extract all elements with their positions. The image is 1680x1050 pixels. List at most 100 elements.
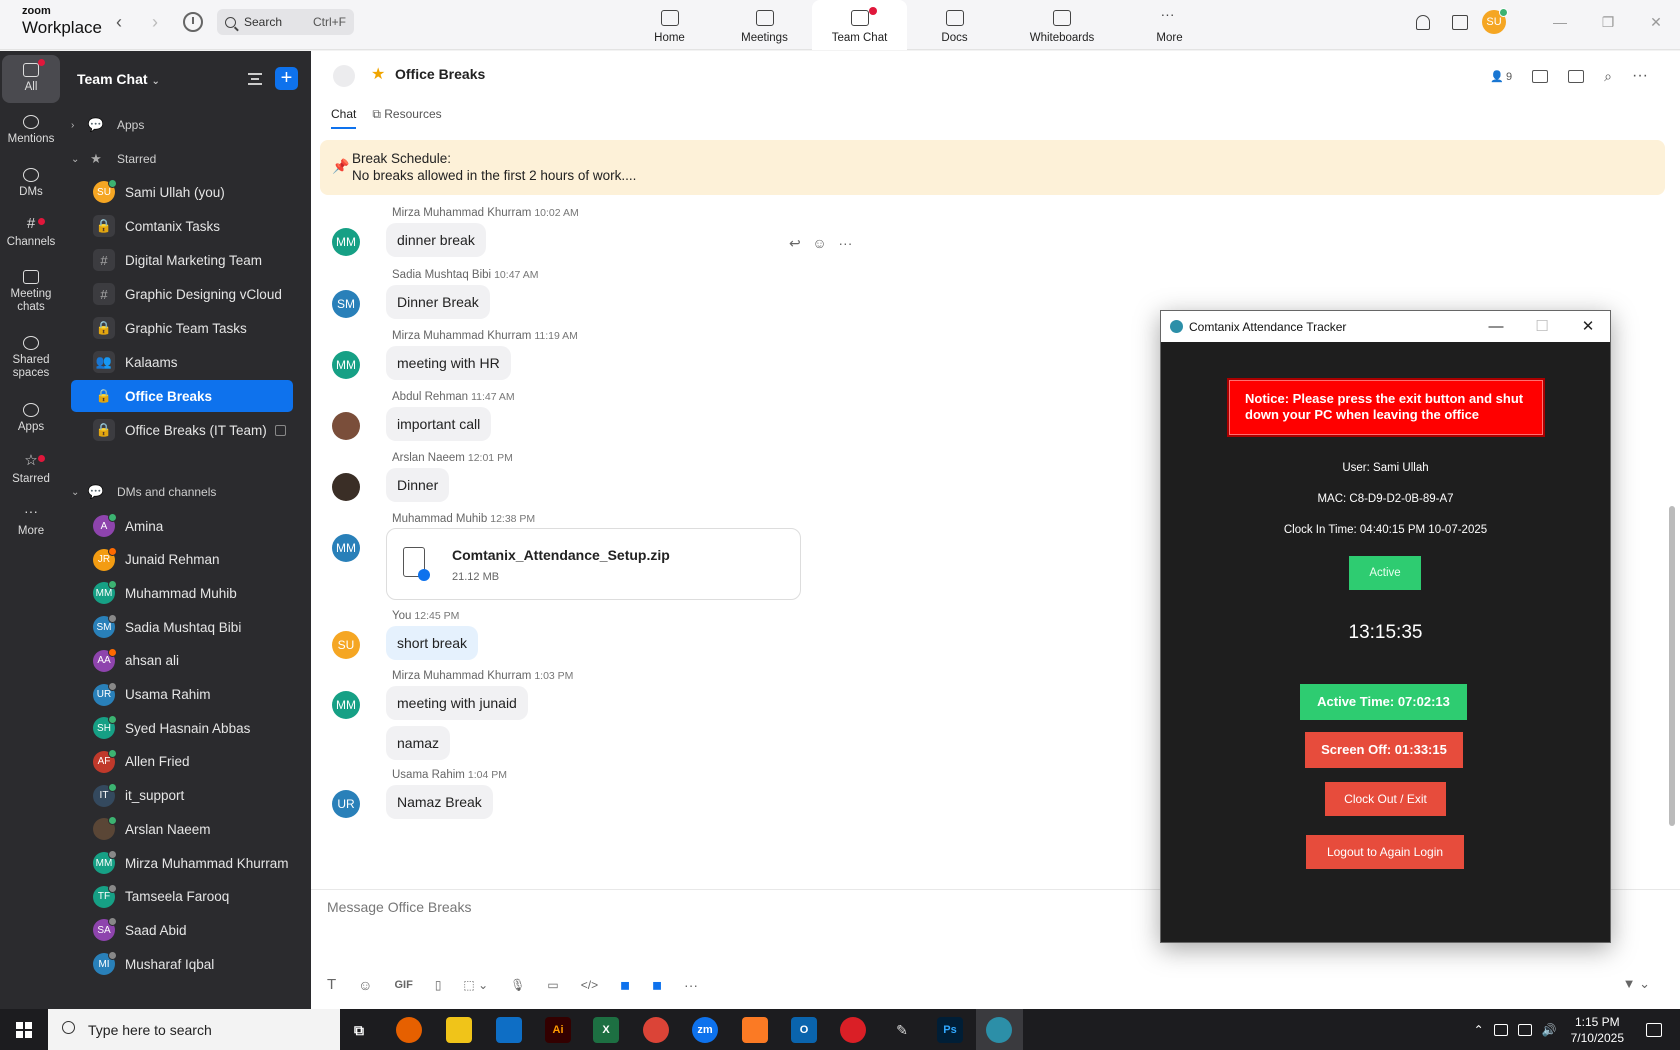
avatar[interactable]: MM	[332, 534, 360, 562]
filter-icon[interactable]	[248, 73, 262, 85]
avatar[interactable]: MM	[332, 351, 360, 379]
message-sender[interactable]: You	[392, 610, 411, 622]
members-button[interactable]: 👤 9	[1490, 70, 1512, 83]
rail-starred[interactable]: ☆ Starred	[2, 453, 60, 486]
sidebar-dm-item[interactable]: IT it_support	[71, 780, 293, 812]
new-chat-button[interactable]: +	[275, 67, 298, 90]
nav-more[interactable]: ··· More	[1122, 0, 1217, 50]
minimize-icon[interactable]: —	[1536, 14, 1584, 30]
message-bubble[interactable]: namaz	[386, 726, 451, 760]
channel-title[interactable]: Office Breaks	[395, 66, 485, 82]
vscode-icon[interactable]	[496, 1017, 522, 1043]
nav-whiteboards[interactable]: Whiteboards	[1002, 0, 1122, 50]
zoom-icon[interactable]: zm	[692, 1017, 718, 1043]
avatar[interactable]: UR	[332, 790, 360, 818]
sidebar-starred-item[interactable]: 👥 Kalaams	[71, 346, 293, 378]
taskbar-clock[interactable]: 1:15 PM 7/10/2025	[1571, 1014, 1624, 1046]
bell-icon[interactable]	[1416, 14, 1430, 30]
sidebar-starred-item[interactable]: # Digital Marketing Team	[71, 244, 293, 276]
emoji-icon[interactable]: ☺	[358, 977, 372, 993]
notification-center-icon[interactable]	[1646, 1022, 1662, 1037]
sidebar-dm-item[interactable]: TF Tamseela Farooq	[71, 881, 293, 913]
rail-shared-spaces[interactable]: Shared spaces	[2, 336, 60, 379]
message-bubble[interactable]: meeting with HR	[386, 346, 511, 380]
message-sender[interactable]: Mirza Muhammad Khurram	[392, 670, 531, 682]
format-text-icon[interactable]: T	[327, 976, 336, 993]
history-icon[interactable]	[183, 12, 203, 32]
message-sender[interactable]: Usama Rahim	[392, 769, 465, 781]
rail-meeting-chats[interactable]: Meeting chats	[2, 270, 60, 313]
rail-all[interactable]: All	[2, 55, 60, 103]
sidebar-dm-item[interactable]: AF Allen Fried	[71, 746, 293, 778]
gif-button[interactable]: GIF	[394, 979, 412, 991]
avatar[interactable]: SU	[332, 631, 360, 659]
xampp-icon[interactable]	[742, 1017, 768, 1043]
message-input[interactable]: Message Office Breaks	[327, 899, 471, 915]
search-icon[interactable]: ⌕	[1604, 68, 1612, 85]
search-box[interactable]: Search Ctrl+F	[217, 9, 354, 35]
sidebar-dm-item[interactable]: MM Muhammad Muhib	[71, 577, 293, 609]
rail-apps[interactable]: Apps	[2, 403, 60, 434]
calendar-icon[interactable]	[1452, 14, 1468, 30]
avatar[interactable]: MM	[332, 691, 360, 719]
message-bubble[interactable]: Namaz Break	[386, 785, 493, 819]
video-message-icon[interactable]: ▭	[547, 978, 558, 992]
outlook-icon[interactable]: O	[791, 1017, 817, 1043]
maximize-icon[interactable]: ❐	[1584, 14, 1632, 31]
send-options-icon[interactable]: ▼ ⌄	[1623, 976, 1650, 992]
video-icon[interactable]	[1532, 69, 1549, 83]
photoshop-icon[interactable]: Ps	[937, 1017, 963, 1043]
sidebar-dm-item[interactable]: UR Usama Rahim	[71, 679, 293, 711]
emoji-icon[interactable]: ☺	[812, 235, 826, 251]
attendance-app-icon[interactable]	[986, 1017, 1012, 1043]
nav-home[interactable]: Home	[622, 0, 717, 50]
taskbar-search[interactable]: Type here to search	[48, 1009, 340, 1050]
task-view-icon[interactable]: ⧉	[346, 1017, 372, 1043]
sidebar-starred-item[interactable]: SU Sami Ullah (you)	[71, 176, 293, 208]
message-sender[interactable]: Sadia Mushtaq Bibi	[392, 269, 491, 281]
section-apps[interactable]: › 💬 Apps	[71, 109, 293, 141]
sidebar-dm-item[interactable]: SA Saad Abid	[71, 914, 293, 946]
network-icon[interactable]	[1517, 1023, 1532, 1036]
sidebar-dm-item[interactable]: A Amina	[71, 510, 293, 542]
sidebar-dm-item[interactable]: SH Syed Hasnain Abbas	[71, 712, 293, 744]
user-avatar[interactable]: SU	[1482, 8, 1508, 34]
sidebar-starred-item[interactable]: 🔒 Comtanix Tasks	[71, 210, 293, 242]
nav-team-chat[interactable]: Team Chat	[812, 0, 907, 50]
creative-cloud-icon[interactable]	[840, 1017, 866, 1043]
more-dots-icon[interactable]: ···	[1632, 67, 1648, 85]
sidebar-starred-item[interactable]: 🔒 Office Breaks	[71, 380, 293, 412]
rail-mentions[interactable]: Mentions	[2, 115, 60, 146]
chevron-up-icon[interactable]: ⌃	[1474, 1023, 1484, 1037]
scrollbar[interactable]	[1669, 506, 1675, 826]
firefox-icon[interactable]	[396, 1017, 422, 1043]
star-icon[interactable]: ★	[371, 64, 385, 84]
excel-icon[interactable]: X	[593, 1017, 619, 1043]
logout-button[interactable]: Logout to Again Login	[1306, 835, 1464, 869]
sidebar-dm-item[interactable]: AA ahsan ali	[71, 645, 293, 677]
message-bubble[interactable]: important call	[386, 407, 492, 441]
illustrator-icon[interactable]: Ai	[545, 1017, 571, 1043]
sidebar-dm-item[interactable]: MI Musharaf Iqbal	[71, 948, 293, 980]
sidebar-dm-item[interactable]: MM Mirza Muhammad Khurram	[71, 847, 293, 879]
tab-resources[interactable]: ⧉ Resources	[372, 107, 441, 129]
calendar-icon[interactable]	[1568, 69, 1585, 83]
message-sender[interactable]: Abdul Rehman	[392, 391, 468, 403]
message-sender[interactable]: Mirza Muhammad Khurram	[392, 330, 531, 342]
sidebar-title[interactable]: Team Chat ⌄	[77, 71, 160, 87]
file-explorer-icon[interactable]	[446, 1017, 472, 1043]
pinned-message[interactable]: 📌 Break Schedule: No breaks allowed in t…	[320, 140, 1665, 195]
message-bubble[interactable]: Dinner Break	[386, 285, 490, 319]
avatar[interactable]: SM	[332, 290, 360, 318]
message-sender[interactable]: Muhammad Muhib	[392, 513, 487, 525]
avatar[interactable]	[332, 473, 360, 501]
section-starred[interactable]: ⌄ ★ Starred	[71, 143, 293, 175]
message-bubble[interactable]: Dinner	[386, 468, 450, 502]
maximize-icon[interactable]: ☐	[1519, 311, 1565, 342]
tracker-titlebar[interactable]: Comtanix Attendance Tracker — ☐ ✕	[1161, 311, 1610, 342]
nav-meetings[interactable]: Meetings	[717, 0, 812, 50]
volume-icon[interactable]: 🔊	[1542, 1023, 1557, 1037]
file-attachment[interactable]: Comtanix_Attendance_Setup.zip 21.12 MB	[386, 528, 801, 600]
back-arrow-icon[interactable]: ‹	[116, 12, 122, 33]
avatar[interactable]	[332, 412, 360, 440]
